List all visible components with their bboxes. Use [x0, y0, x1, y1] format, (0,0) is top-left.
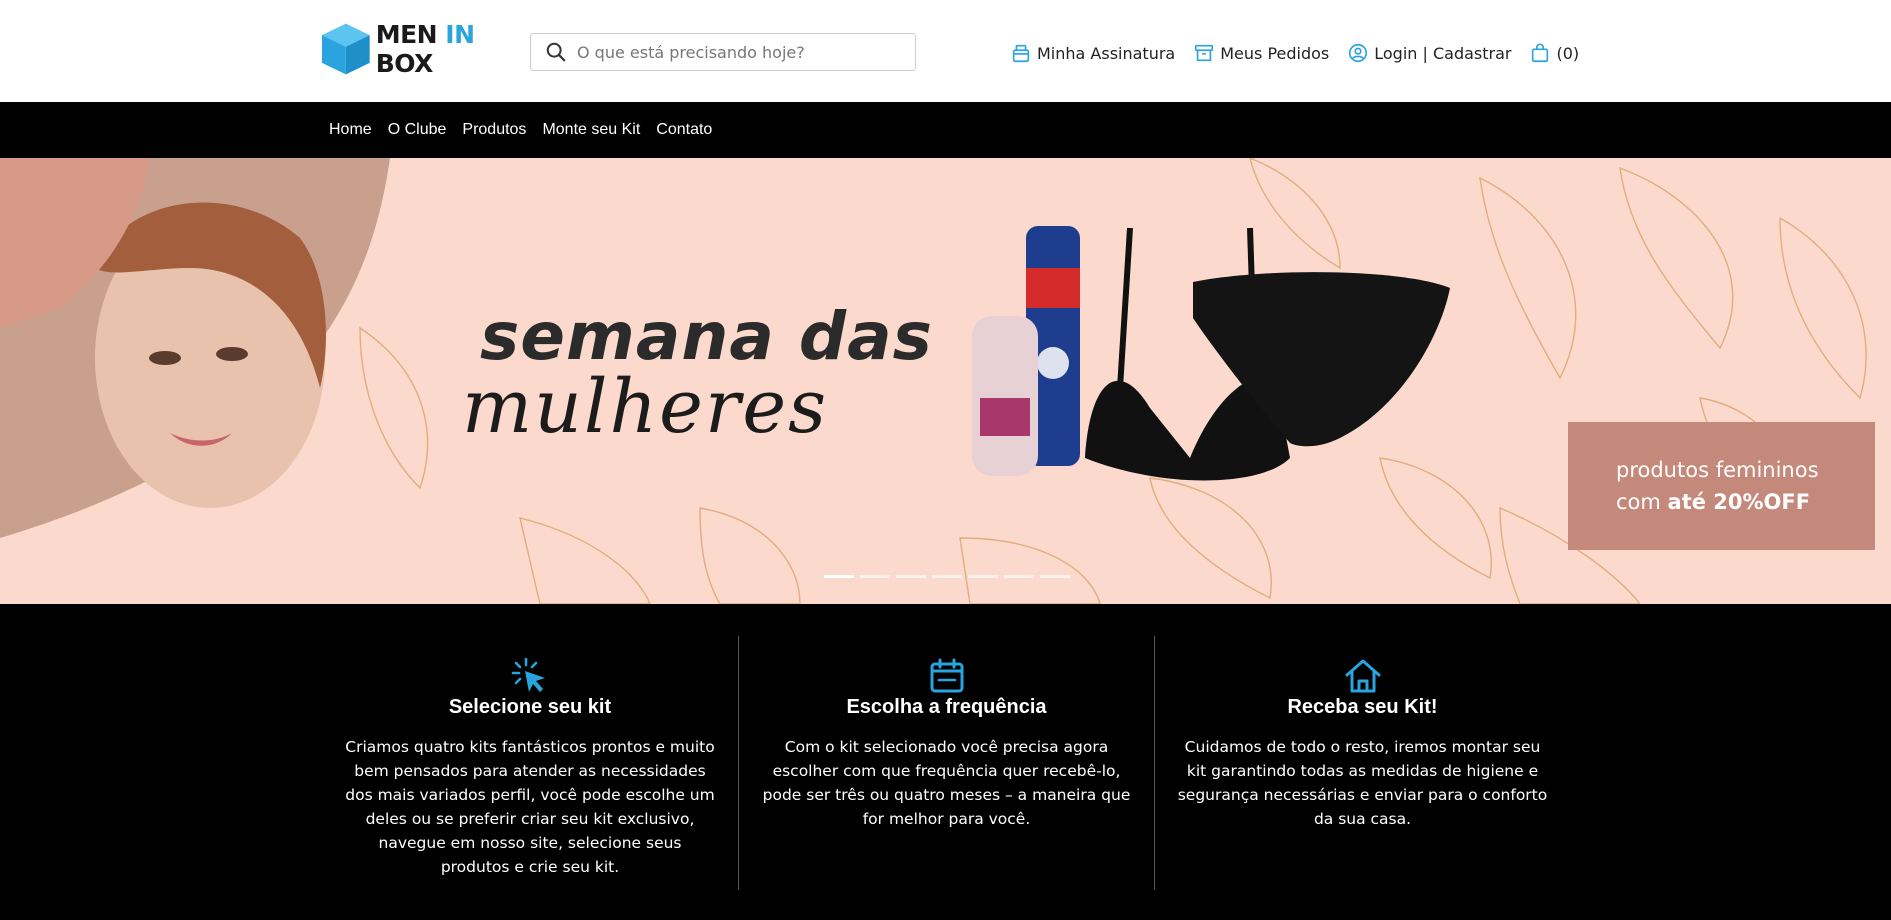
my-orders-link[interactable]: Meus Pedidos [1193, 42, 1329, 64]
carousel-dot[interactable] [860, 575, 890, 578]
step-title: Selecione seu kit [448, 696, 612, 718]
login-register-link[interactable]: Login | Cadastrar [1347, 42, 1511, 64]
pointer-click-icon [511, 657, 545, 692]
home-icon [1345, 659, 1380, 693]
carousel-dot[interactable] [1004, 575, 1034, 578]
search-box[interactable] [530, 33, 916, 71]
how-it-works: Selecione seu kit Criamos quatro kits fa… [0, 604, 1891, 920]
carousel-dot[interactable] [1040, 575, 1070, 578]
my-subscription-label: Minha Assinatura [1037, 43, 1176, 63]
login-register-label: Login | Cadastrar [1374, 43, 1512, 63]
step-title: Escolha a frequência [846, 696, 1047, 718]
step-description: Com o kit selecionado você precisa agora… [762, 738, 1131, 828]
search-input[interactable] [577, 42, 897, 62]
promo-line-1: produtos femininos [1616, 458, 1819, 482]
promo-line-2: com até 20%OFF [1616, 490, 1811, 514]
site-header: MEN IN BOX Minha Assinatura Meus Pedidos [0, 0, 1891, 102]
step-choose-frequency: Escolha a frequência Com o kit seleciona… [738, 636, 1154, 890]
subscription-box-icon [1012, 44, 1030, 63]
step-title: Receba seu Kit! [1287, 696, 1438, 718]
brand-logo[interactable]: MEN IN BOX [322, 16, 502, 82]
promo-badge[interactable]: produtos femininos com até 20%OFF [1568, 422, 1875, 550]
step-select-kit: Selecione seu kit Criamos quatro kits fa… [322, 636, 738, 890]
cart-link[interactable]: (0) [1529, 42, 1579, 64]
my-subscription-link[interactable]: Minha Assinatura [1010, 42, 1175, 64]
carousel-dot[interactable] [896, 575, 926, 578]
carousel-dot[interactable] [824, 575, 854, 578]
carousel-dot[interactable] [968, 575, 998, 578]
box-logo-icon [322, 23, 370, 75]
search-icon[interactable] [545, 41, 567, 63]
main-nav: Home O Clube Produtos Monte seu Kit Cont… [0, 102, 1891, 158]
brand-name: MEN IN BOX [375, 20, 475, 78]
nav-contato[interactable]: Contato [656, 121, 712, 139]
hero-banner[interactable]: semana das mulheres produtos femininos c… [0, 158, 1891, 604]
step-description: Criamos quatro kits fantásticos prontos … [345, 738, 715, 876]
account-links: Minha Assinatura Meus Pedidos Login | Ca… [1010, 40, 1579, 66]
user-circle-icon [1349, 43, 1368, 63]
my-orders-label: Meus Pedidos [1220, 43, 1330, 63]
carousel-dot[interactable] [932, 575, 962, 578]
shopping-bag-icon [1532, 43, 1549, 63]
archive-box-icon [1195, 44, 1214, 62]
banner-headline-script: mulheres [462, 364, 829, 450]
step-description: Cuidamos de todo o resto, iremos montar … [1177, 738, 1548, 828]
nav-home[interactable]: Home [329, 121, 372, 139]
cart-count: (0) [1556, 43, 1580, 63]
calendar-icon [930, 658, 963, 693]
nav-produtos[interactable]: Produtos [462, 121, 526, 139]
nav-o-clube[interactable]: O Clube [388, 121, 447, 139]
carousel-indicators [824, 575, 1076, 578]
nav-monte-seu-kit[interactable]: Monte seu Kit [542, 121, 640, 139]
step-receive-kit: Receba seu Kit! Cuidamos de todo o resto… [1154, 636, 1570, 890]
